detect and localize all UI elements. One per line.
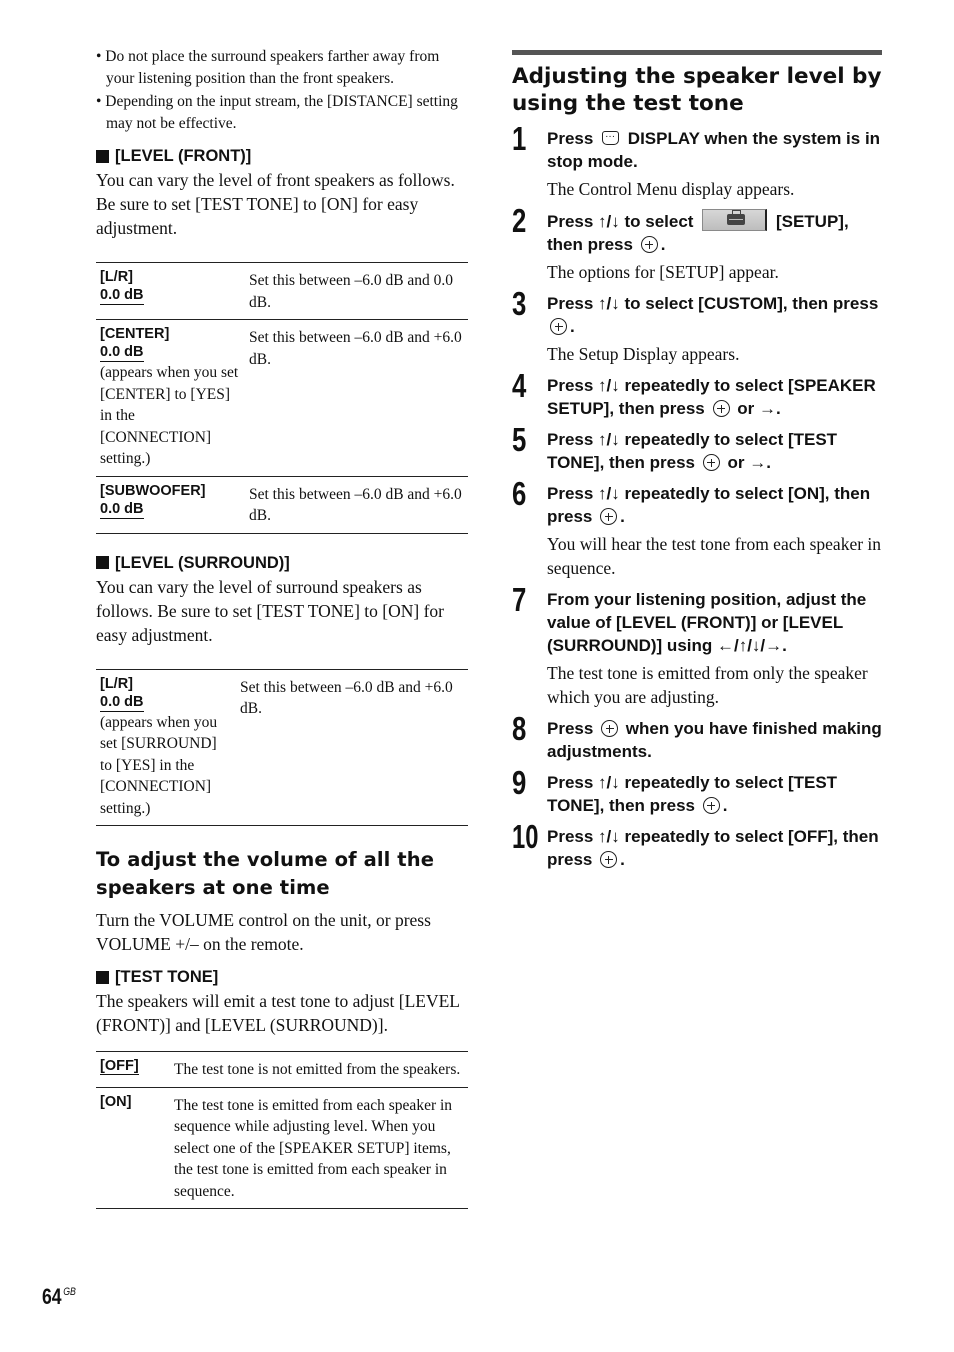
- step-instruction: Press ↑/↓ repeatedly to select [TEST TON…: [547, 430, 838, 472]
- steps-list: 1 Press DISPLAY when the system is in sto…: [512, 121, 884, 871]
- step-result: You will hear the test tone from each sp…: [547, 534, 882, 578]
- enter-button-icon: [600, 508, 618, 525]
- table-row: [ON] The test tone is emitted from each …: [96, 1086, 468, 1209]
- option-description: Set this between –6.0 dB and +6.0 dB.: [245, 319, 468, 476]
- enter-button-icon: [550, 318, 567, 335]
- section-title: Adjusting the speaker level by using the…: [512, 64, 882, 116]
- level-front-body: You can vary the level of front speakers…: [96, 170, 455, 238]
- option-name: [SUBWOOFER]: [100, 482, 206, 499]
- level-surround-table: [L/R] 0.0 dB (appears when you set [SURR…: [96, 668, 468, 827]
- option-default: 0.0 dB: [100, 693, 144, 712]
- step-instruction: Press ↑/↓ repeatedly to select [SPEAKER …: [547, 376, 876, 418]
- step-number: 3: [512, 285, 527, 322]
- step-10: 10 Press ↑/↓ repeatedly to select [OFF], …: [512, 819, 884, 871]
- note-distance-effective: • Depending on the input stream, the [DI…: [96, 93, 458, 132]
- option-name: [CENTER]: [100, 326, 170, 342]
- step-number: 1: [512, 120, 527, 157]
- step-4: 4 Press ↑/↓ repeatedly to select [SPEAKER…: [512, 368, 884, 420]
- step-number: 7: [512, 581, 527, 618]
- level-surround-heading: [LEVEL (SURROUND)]: [96, 552, 468, 574]
- option-description: The test tone is not emitted from the sp…: [170, 1051, 468, 1087]
- step-number: 6: [512, 475, 527, 512]
- volume-section-heading: To adjust the volume of all the speakers…: [96, 848, 435, 899]
- step-instruction: From your listening position, adjust the…: [547, 590, 867, 655]
- table-row: [SUBWOOFER] 0.0 dB Set this between –6.0…: [96, 475, 468, 534]
- level-front-table: [L/R] 0.0 dB Set this between –6.0 dB an…: [96, 262, 468, 534]
- step-3: 3 Press ↑/↓ to select [CUSTOM], then pres…: [512, 286, 884, 366]
- step-5: 5 Press ↑/↓ repeatedly to select [TEST TO…: [512, 422, 884, 474]
- table-row: [OFF] The test tone is not emitted from …: [96, 1051, 468, 1087]
- step-instruction: Press DISPLAY when the system is in stop…: [547, 125, 884, 173]
- volume-section-body: Turn the VOLUME control on the unit, or …: [96, 910, 431, 954]
- left-column: • Do not place the surround speakers far…: [96, 44, 468, 1209]
- table-row: [L/R] 0.0 dB (appears when you set [SURR…: [96, 668, 468, 826]
- enter-button-icon: [702, 797, 720, 814]
- step-8: 8 Press when you have finished making adj…: [512, 711, 884, 763]
- step-instruction: Press when you have finished making adju…: [547, 719, 882, 761]
- option-note: (appears when you set [SURROUND] to [YES…: [100, 713, 218, 817]
- enter-button-icon: [712, 400, 730, 417]
- note-surround-distance: • Do not place the surround speakers far…: [96, 48, 440, 87]
- option-default: 0.0 dB: [100, 344, 144, 362]
- option-default: 0.0 dB: [100, 500, 144, 519]
- step-number: 5: [512, 421, 527, 458]
- step-result: The test tone is emitted from only the s…: [547, 663, 868, 707]
- step-result: The Setup Display appears.: [547, 344, 740, 364]
- square-bullet-icon: [96, 556, 109, 569]
- page-number: 64 GB: [42, 1284, 76, 1309]
- enter-button-icon: [601, 720, 619, 737]
- enter-button-icon: [600, 851, 618, 868]
- option-description: Set this between –6.0 dB and 0.0 dB.: [245, 262, 468, 320]
- step-instruction: Press ↑/↓ to select [SETUP], then press …: [547, 209, 884, 256]
- step-number: 10: [512, 818, 539, 855]
- level-front-heading: [LEVEL (FRONT)]: [96, 145, 468, 167]
- option-name: [ON]: [100, 1093, 132, 1110]
- option-name: [L/R]: [100, 269, 134, 285]
- display-button-icon: [602, 125, 620, 148]
- step-instruction: Press ↑/↓ to select [CUSTOM], then press…: [547, 294, 879, 336]
- toolbox-setup-icon: [702, 209, 768, 231]
- step-2: 2 Press ↑/↓ to select [SETUP], then press…: [512, 203, 884, 284]
- step-instruction: Press ↑/↓ repeatedly to select [TEST TON…: [547, 773, 838, 815]
- step-instruction: Press ↑/↓ repeatedly to select [ON], the…: [547, 484, 871, 526]
- level-surround-body: You can vary the level of surround speak…: [96, 576, 445, 645]
- enter-button-icon: [702, 454, 720, 471]
- test-tone-heading: [TEST TONE]: [96, 966, 468, 988]
- step-instruction: Press ↑/↓ repeatedly to select [OFF], th…: [547, 827, 879, 869]
- option-note: (appears when you set [CENTER] to [YES] …: [100, 364, 239, 467]
- step-number: 2: [512, 202, 527, 239]
- step-6: 6 Press ↑/↓ repeatedly to select [ON], th…: [512, 476, 884, 580]
- test-tone-table: [OFF] The test tone is not emitted from …: [96, 1051, 468, 1209]
- step-9: 9 Press ↑/↓ repeatedly to select [TEST TO…: [512, 765, 884, 817]
- option-name: [OFF]: [100, 1058, 139, 1075]
- table-row: [L/R] 0.0 dB Set this between –6.0 dB an…: [96, 262, 468, 320]
- right-column: Adjusting the speaker level by using the…: [512, 50, 884, 871]
- enter-button-icon: [640, 236, 658, 253]
- option-name: [L/R]: [100, 675, 134, 692]
- step-number: 4: [512, 367, 527, 404]
- step-result: The Control Menu display appears.: [547, 179, 795, 199]
- step-result: The options for [SETUP] appear.: [547, 262, 779, 282]
- section-rule: [512, 50, 882, 55]
- table-row: [CENTER] 0.0 dB (appears when you set [C…: [96, 319, 468, 476]
- step-number: 8: [512, 710, 527, 747]
- option-default: 0.0 dB: [100, 287, 144, 305]
- square-bullet-icon: [96, 149, 109, 163]
- test-tone-body: The speakers will emit a test tone to ad…: [96, 991, 460, 1035]
- step-1: 1 Press DISPLAY when the system is in sto…: [512, 121, 884, 201]
- option-description: Set this between –6.0 dB and +6.0 dB.: [236, 668, 468, 826]
- step-number: 9: [512, 764, 527, 801]
- square-bullet-icon: [96, 970, 109, 984]
- option-description: The test tone is emitted from each speak…: [170, 1086, 468, 1209]
- option-description: Set this between –6.0 dB and +6.0 dB.: [245, 475, 468, 534]
- step-7: 7 From your listening position, adjust th…: [512, 582, 884, 709]
